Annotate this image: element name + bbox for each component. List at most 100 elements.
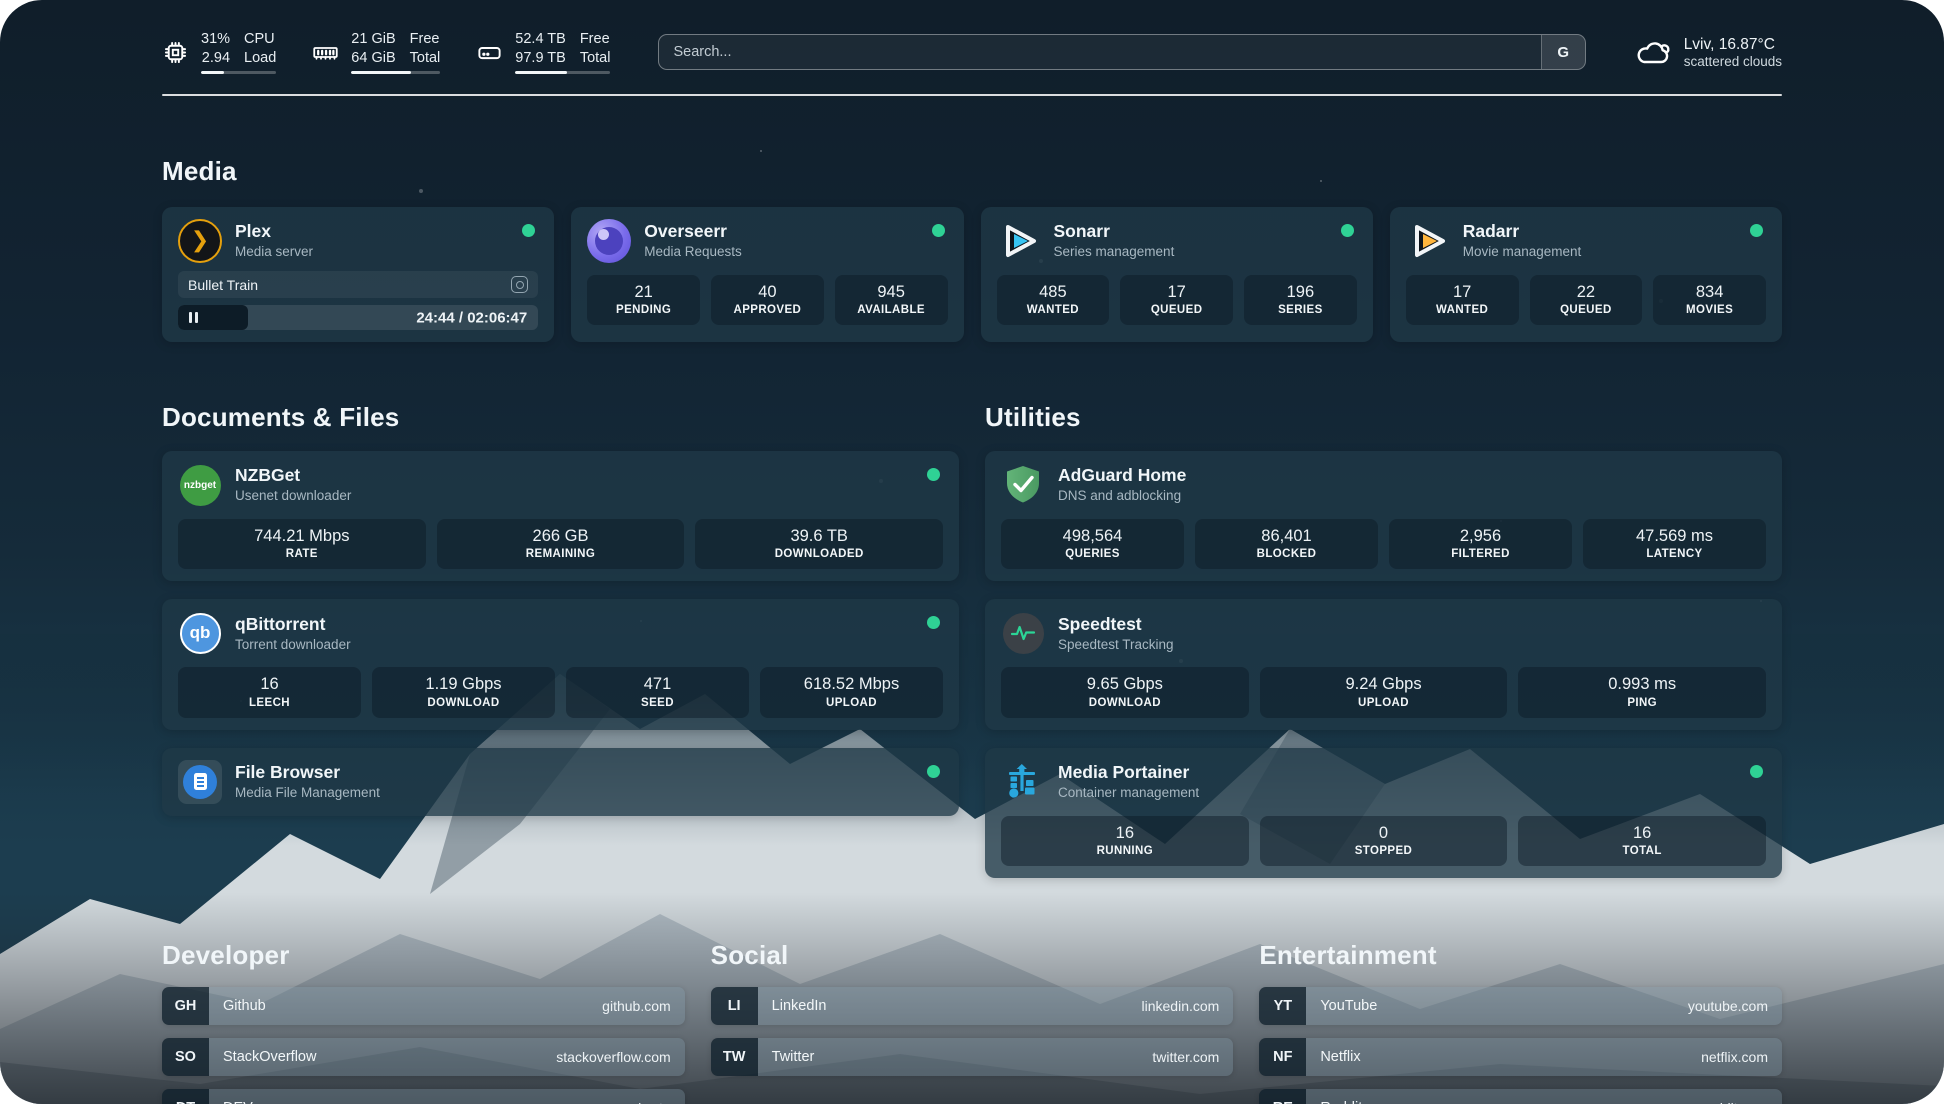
cpu-load-label: Load bbox=[244, 49, 276, 68]
stat-tile: 47.569 ms LATENCY bbox=[1583, 519, 1766, 569]
link-abbr-badge: GH bbox=[162, 987, 209, 1025]
plex-icon: ❯ bbox=[178, 219, 222, 263]
cpu-load-value: 2.94 bbox=[201, 49, 230, 68]
stat-tile: 21 PENDING bbox=[587, 275, 700, 325]
memory-stat: 21 GiB 64 GiB Free Total bbox=[312, 30, 440, 75]
status-dot bbox=[927, 616, 940, 629]
status-dot bbox=[1750, 224, 1763, 237]
stat-tile: 9.65 Gbps DOWNLOAD bbox=[1001, 667, 1249, 717]
links-group-social: Social LI LinkedIn linkedin.com TW Twitt… bbox=[711, 940, 1234, 1104]
cpu-usage-bar bbox=[201, 71, 276, 74]
stat-tile: 0.993 ms PING bbox=[1518, 667, 1766, 717]
stat-tile: 945 AVAILABLE bbox=[835, 275, 948, 325]
speedtest-icon bbox=[1001, 611, 1045, 655]
service-name: AdGuard Home bbox=[1058, 465, 1186, 487]
radarr-icon bbox=[1406, 219, 1450, 263]
portainer-icon bbox=[1001, 760, 1045, 804]
service-name: NZBGet bbox=[235, 465, 351, 487]
link-abbr-badge: TW bbox=[711, 1038, 758, 1076]
service-card-plex[interactable]: ❯ Plex Media server Bullet Train 24:44 / bbox=[162, 207, 554, 342]
cloud-icon bbox=[1634, 37, 1672, 67]
stat-tile: 266 GB REMAINING bbox=[437, 519, 685, 569]
link-youtube[interactable]: YT YouTube youtube.com bbox=[1259, 987, 1782, 1025]
service-description: Usenet downloader bbox=[235, 487, 351, 505]
link-twitter[interactable]: TW Twitter twitter.com bbox=[711, 1038, 1234, 1076]
status-dot bbox=[1750, 765, 1763, 778]
stat-tile: 2,956 FILTERED bbox=[1389, 519, 1572, 569]
link-stackoverflow[interactable]: SO StackOverflow stackoverflow.com bbox=[162, 1038, 685, 1076]
stat-tile: 16 RUNNING bbox=[1001, 816, 1249, 866]
playback-time: 24:44 / 02:06:47 bbox=[416, 309, 527, 326]
section-title-documents: Documents & Files bbox=[162, 402, 959, 433]
stat-tile: 22 QUEUED bbox=[1530, 275, 1643, 325]
qbittorrent-icon: qb bbox=[178, 611, 222, 655]
link-linkedin[interactable]: LI LinkedIn linkedin.com bbox=[711, 987, 1234, 1025]
stat-tile: 196 SERIES bbox=[1244, 275, 1357, 325]
dashboard-panel: 31% 2.94 CPU Load bbox=[0, 0, 1944, 1104]
filebrowser-icon bbox=[178, 760, 222, 804]
status-dot bbox=[932, 224, 945, 237]
link-dev-to[interactable]: DT DEV dev.to bbox=[162, 1089, 685, 1104]
disk-total-value: 97.9 TB bbox=[515, 49, 566, 68]
service-name: Media Portainer bbox=[1058, 762, 1199, 784]
weather-condition: scattered clouds bbox=[1684, 54, 1782, 69]
cpu-icon bbox=[162, 39, 189, 66]
cpu-label: CPU bbox=[244, 30, 276, 49]
link-reddit[interactable]: RE Reddit reddit.com bbox=[1259, 1089, 1782, 1104]
top-bar: 31% 2.94 CPU Load bbox=[162, 26, 1782, 78]
service-card-filebrowser[interactable]: File Browser Media File Management bbox=[162, 748, 959, 816]
header-divider bbox=[162, 94, 1782, 96]
stat-tile: 86,401 BLOCKED bbox=[1195, 519, 1378, 569]
memory-total-value: 64 GiB bbox=[351, 49, 395, 68]
stat-tile: 17 QUEUED bbox=[1120, 275, 1233, 325]
stat-tile: 744.21 Mbps RATE bbox=[178, 519, 426, 569]
service-description: Container management bbox=[1058, 784, 1199, 802]
stat-tile: 17 WANTED bbox=[1406, 275, 1519, 325]
service-name: Plex bbox=[235, 221, 313, 243]
overseerr-icon bbox=[587, 219, 631, 263]
service-description: Series management bbox=[1054, 243, 1175, 261]
stat-tile: 39.6 TB DOWNLOADED bbox=[695, 519, 943, 569]
service-description: Speedtest Tracking bbox=[1058, 636, 1174, 654]
system-stats: 31% 2.94 CPU Load bbox=[162, 30, 610, 75]
memory-free-label: Free bbox=[410, 30, 441, 49]
service-card-portainer[interactable]: Media Portainer Container management 16 … bbox=[985, 748, 1782, 878]
service-card-speedtest[interactable]: Speedtest Speedtest Tracking 9.65 Gbps D… bbox=[985, 599, 1782, 729]
stat-tile: 0 STOPPED bbox=[1260, 816, 1508, 866]
service-card-qbittorrent[interactable]: qb qBittorrent Torrent downloader 16 LEE… bbox=[162, 599, 959, 729]
stat-tile: 618.52 Mbps UPLOAD bbox=[760, 667, 943, 717]
weather-location-temp: Lviv, 16.87°C bbox=[1684, 35, 1782, 54]
links-group-developer: Developer GH Github github.com SO StackO… bbox=[162, 940, 685, 1104]
service-description: DNS and adblocking bbox=[1058, 487, 1186, 505]
section-title-utilities: Utilities bbox=[985, 402, 1782, 433]
stat-tile: 834 MOVIES bbox=[1653, 275, 1766, 325]
stat-tile: 40 APPROVED bbox=[711, 275, 824, 325]
service-card-nzbget[interactable]: nzbget NZBGet Usenet downloader 744.21 M… bbox=[162, 451, 959, 581]
link-netflix[interactable]: NF Netflix netflix.com bbox=[1259, 1038, 1782, 1076]
link-abbr-badge: NF bbox=[1259, 1038, 1306, 1076]
search-input[interactable] bbox=[659, 35, 1540, 69]
memory-icon bbox=[312, 39, 339, 66]
search-engine-button[interactable]: G bbox=[1541, 35, 1585, 69]
playback-progress-bar: 24:44 / 02:06:47 bbox=[178, 305, 538, 330]
link-github[interactable]: GH Github github.com bbox=[162, 987, 685, 1025]
service-card-adguard[interactable]: AdGuard Home DNS and adblocking 498,564 … bbox=[985, 451, 1782, 581]
now-playing-row: Bullet Train bbox=[178, 271, 538, 298]
weather-widget: Lviv, 16.87°C scattered clouds bbox=[1634, 35, 1782, 69]
cpu-value: 31% bbox=[201, 30, 230, 49]
playback-device-icon bbox=[511, 276, 528, 293]
status-dot bbox=[522, 224, 535, 237]
disk-total-label: Total bbox=[580, 49, 611, 68]
link-abbr-badge: DT bbox=[162, 1089, 209, 1104]
section-title-media: Media bbox=[162, 156, 1782, 187]
section-title-social: Social bbox=[711, 940, 1234, 971]
disk-free-value: 52.4 TB bbox=[515, 30, 566, 49]
service-description: Torrent downloader bbox=[235, 636, 351, 654]
section-title-entertainment: Entertainment bbox=[1259, 940, 1782, 971]
status-dot bbox=[1341, 224, 1354, 237]
memory-usage-bar bbox=[351, 71, 440, 74]
service-card-radarr[interactable]: Radarr Movie management 17 WANTED 22 QUE… bbox=[1390, 207, 1782, 342]
documents-column: Documents & Files nzbget NZBGet Usenet d… bbox=[162, 342, 959, 816]
service-card-sonarr[interactable]: Sonarr Series management 485 WANTED 17 Q… bbox=[981, 207, 1373, 342]
service-card-overseerr[interactable]: Overseerr Media Requests 21 PENDING 40 A… bbox=[571, 207, 963, 342]
